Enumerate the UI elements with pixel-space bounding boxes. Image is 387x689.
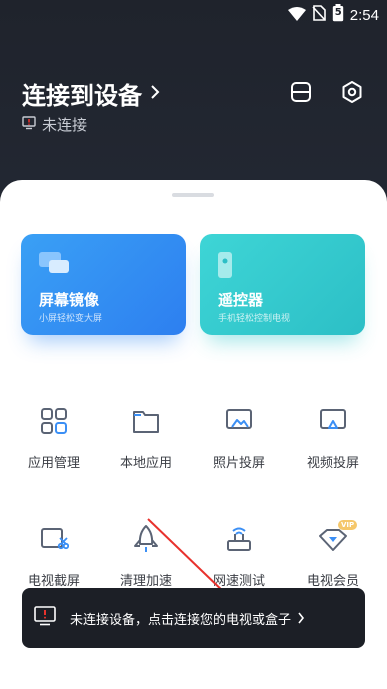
warning-tv-icon [34, 606, 56, 630]
status-bar: 5 2:54 [0, 0, 387, 28]
chevron-right-icon [297, 609, 305, 628]
settings-button[interactable] [340, 80, 366, 106]
feature-label: 应用管理 [27, 456, 80, 471]
vip-diamond-icon: VIP [318, 520, 358, 554]
feature-video-cast[interactable]: 视频投屏 [288, 406, 378, 471]
remote-control-card[interactable]: 遥控器 手机轻松控制电视 [200, 234, 365, 335]
router-speed-icon [224, 524, 254, 554]
toast-message: 未连接设备，点击连接您的电视或盒子 [70, 612, 292, 628]
connect-device-link[interactable]: 连接到设备 [22, 76, 160, 111]
feature-label: 视频投屏 [306, 456, 359, 471]
drag-handle[interactable] [172, 193, 214, 197]
not-connected-toast[interactable]: 未连接设备，点击连接您的电视或盒子 [22, 588, 365, 648]
page-title: 连接到设备 [22, 82, 142, 110]
feature-tv-membership[interactable]: VIP 电视会员 [288, 520, 378, 589]
feature-label: 本地应用 [119, 456, 172, 471]
photo-cast-icon [224, 406, 254, 436]
feature-label: 清理加速 [119, 574, 172, 589]
folder-icon [131, 406, 161, 436]
feature-label: 网速测试 [212, 574, 265, 589]
feature-label: 电视截屏 [27, 574, 80, 589]
gear-icon [342, 81, 362, 103]
battery-icon: 5 [332, 4, 344, 26]
connection-status: 未连接 [22, 114, 87, 135]
scan-button[interactable] [289, 80, 315, 106]
card-title: 屏幕镜像 [39, 291, 100, 309]
feature-apps-manage[interactable]: 应用管理 [9, 406, 99, 471]
feature-speed-test[interactable]: 网速测试 [194, 524, 284, 589]
wifi-icon [287, 6, 306, 25]
feature-photo-cast[interactable]: 照片投屏 [194, 406, 284, 471]
apps-grid-icon [39, 406, 69, 436]
chevron-right-icon [150, 84, 160, 104]
card-title: 遥控器 [218, 291, 264, 309]
card-subtitle: 小屏轻松变大屏 [39, 314, 103, 324]
feature-tv-screenshot[interactable]: 电视截屏 [9, 524, 99, 589]
card-subtitle: 手机轻松控制电视 [218, 314, 291, 324]
connection-status-text: 未连接 [42, 116, 88, 134]
remote-icon [218, 252, 234, 282]
tv-screenshot-icon [39, 524, 70, 554]
scan-icon [291, 82, 311, 102]
feature-label: 照片投屏 [212, 456, 265, 471]
feature-local-apps[interactable]: 本地应用 [101, 406, 191, 471]
vip-badge: VIP [338, 520, 358, 530]
screen-mirror-card[interactable]: 屏幕镜像 小屏轻松变大屏 [21, 234, 186, 335]
video-cast-icon [318, 406, 348, 436]
rocket-icon [131, 524, 161, 554]
no-sim-icon [312, 5, 326, 25]
battery-label: 5 [334, 7, 342, 18]
feature-cleanup-boost[interactable]: 清理加速 [101, 524, 191, 589]
feature-label: 电视会员 [306, 574, 359, 589]
disconnected-tv-icon [22, 115, 36, 134]
screen-mirror-icon [39, 252, 71, 280]
clock: 2:54 [349, 6, 379, 24]
